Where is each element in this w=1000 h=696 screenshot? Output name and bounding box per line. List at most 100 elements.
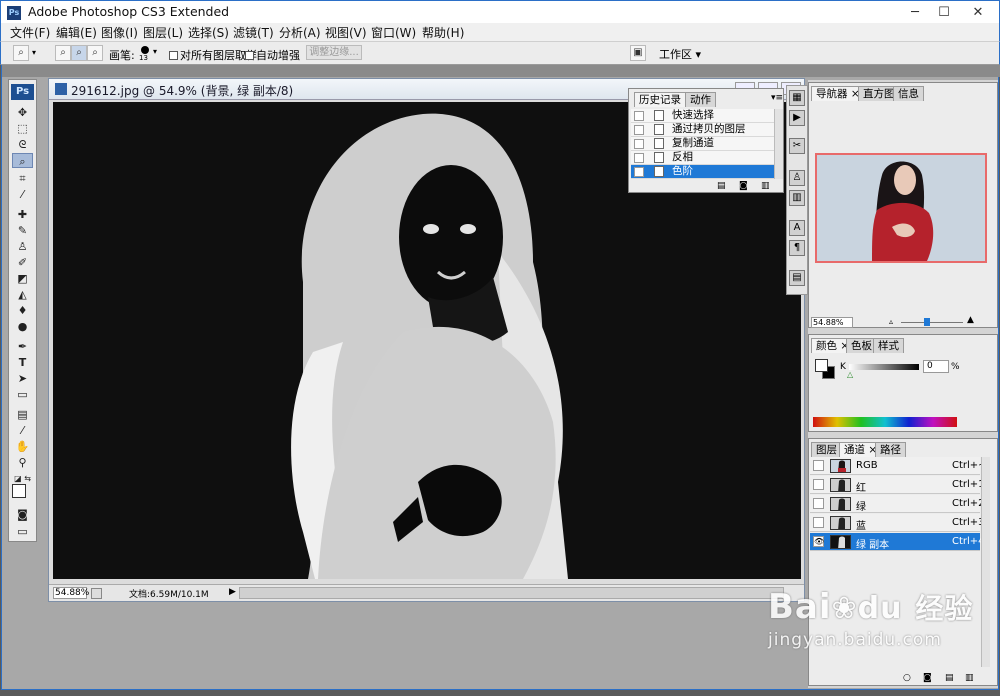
status-arrow-icon[interactable]: ▶: [229, 587, 236, 597]
measurement-log-icon[interactable]: ▤: [789, 270, 805, 286]
history-item[interactable]: 反相: [631, 151, 774, 165]
eraser-tool-icon[interactable]: ◩: [12, 271, 33, 286]
k-value-field[interactable]: 0: [923, 360, 949, 373]
layer-comps-icon[interactable]: ✂: [789, 138, 805, 154]
move-tool-icon[interactable]: ✥: [12, 105, 33, 120]
channel-row-red[interactable]: 红 Ctrl+1: [810, 476, 985, 494]
visibility-toggle[interactable]: [813, 498, 824, 509]
navigator-zoom-field[interactable]: 54.88%: [811, 317, 853, 328]
channels-scrollbar[interactable]: [981, 457, 990, 667]
menu-help[interactable]: 帮助(H): [422, 24, 464, 41]
preset-dropdown-icon[interactable]: ▾: [32, 48, 36, 57]
tab-info[interactable]: 信息: [893, 86, 924, 101]
history-scrollbar[interactable]: [774, 109, 783, 179]
quick-mask-icon[interactable]: ◙: [12, 507, 33, 522]
foreground-color-swatch[interactable]: [12, 484, 26, 498]
menu-layer[interactable]: 图层(L): [143, 24, 183, 41]
menu-analysis[interactable]: 分析(A): [279, 24, 321, 41]
dodge-tool-icon[interactable]: ●: [12, 319, 33, 334]
hand-tool-icon[interactable]: ✋: [12, 439, 33, 454]
brush-tool-icon[interactable]: ✎: [12, 223, 33, 238]
brushes-panel-icon[interactable]: ▦: [789, 90, 805, 106]
save-selection-icon[interactable]: ◙: [923, 673, 932, 683]
tab-actions[interactable]: 动作: [685, 92, 716, 107]
panel-menu-icon[interactable]: ▾≡: [771, 93, 783, 103]
tab-paths[interactable]: 路径: [875, 442, 906, 457]
status-menu-icon[interactable]: [91, 588, 102, 599]
history-item[interactable]: 快速选择: [631, 109, 774, 123]
zoom-out-icon[interactable]: ▵: [889, 317, 893, 326]
brush-dropdown-icon[interactable]: ▾: [153, 47, 157, 56]
tool-preset-icon[interactable]: ⌕: [13, 45, 29, 61]
channel-row-green-copy[interactable]: 👁 绿 副本 Ctrl+4: [810, 533, 985, 551]
path-selection-icon[interactable]: ➤: [12, 371, 33, 386]
zoom-field[interactable]: 54.88%: [53, 587, 89, 599]
menu-window[interactable]: 窗口(W): [371, 24, 416, 41]
tab-styles[interactable]: 样式: [873, 338, 904, 353]
channel-row-green[interactable]: 绿 Ctrl+2: [810, 495, 985, 513]
eye-icon[interactable]: 👁: [813, 536, 824, 547]
menu-select[interactable]: 选择(S): [188, 24, 229, 41]
menu-filter[interactable]: 滤镜(T): [233, 24, 274, 41]
menu-view[interactable]: 视图(V): [325, 24, 367, 41]
navigator-thumbnail[interactable]: [815, 153, 987, 263]
blur-tool-icon[interactable]: ♦: [12, 303, 33, 318]
menu-image[interactable]: 图像(I): [101, 24, 138, 41]
notes-tool-icon[interactable]: ▤: [12, 407, 33, 422]
clone-stamp-icon[interactable]: ♙: [12, 239, 33, 254]
add-selection-icon[interactable]: ⌕: [71, 45, 87, 61]
bridge-icon[interactable]: ▣: [630, 45, 646, 61]
visibility-toggle[interactable]: [813, 479, 824, 490]
zoom-in-icon[interactable]: ▲: [967, 315, 974, 325]
screen-mode-icon[interactable]: ▭: [12, 524, 33, 539]
channel-row-blue[interactable]: 蓝 Ctrl+3: [810, 514, 985, 532]
shape-tool-icon[interactable]: ▭: [12, 387, 33, 402]
tab-navigator[interactable]: 导航器 ×: [811, 86, 865, 101]
eyedropper-icon[interactable]: ⁄: [12, 423, 33, 438]
new-selection-icon[interactable]: ⌕: [55, 45, 71, 61]
tool-presets-icon[interactable]: ▶: [789, 110, 805, 126]
color-fg-swatch[interactable]: [815, 359, 828, 372]
trash-icon[interactable]: ▥: [761, 181, 770, 191]
zoom-tool-icon[interactable]: ⚲: [12, 455, 33, 470]
brush-preview-icon[interactable]: [141, 46, 149, 54]
crop-tool-icon[interactable]: ⌗: [12, 171, 33, 186]
horizontal-scrollbar[interactable]: [239, 587, 784, 599]
history-item[interactable]: 复制通道: [631, 137, 774, 151]
character-panel-icon[interactable]: A: [789, 220, 805, 236]
subtract-selection-icon[interactable]: ⌕: [87, 45, 103, 61]
paragraph-panel-icon[interactable]: ¶: [789, 240, 805, 256]
menu-edit[interactable]: 编辑(E): [56, 24, 97, 41]
zoom-slider-handle[interactable]: [924, 318, 930, 326]
refine-edge-button[interactable]: 调整边缘...: [306, 45, 362, 60]
workspace-menu[interactable]: 工作区 ▾: [659, 46, 701, 62]
marquee-tool-icon[interactable]: ⬚: [12, 121, 33, 136]
quick-selection-tool-icon[interactable]: ⌕: [12, 153, 33, 168]
k-slider-handle[interactable]: △: [847, 370, 853, 379]
history-item[interactable]: 通过拷贝的图层: [631, 123, 774, 137]
snapshot-icon[interactable]: ◙: [739, 181, 748, 191]
auto-enhance-checkbox[interactable]: 自动增强: [245, 47, 300, 63]
channel-row-rgb[interactable]: RGB Ctrl+~: [810, 457, 987, 475]
sample-all-layers-checkbox[interactable]: 对所有图层取样: [169, 47, 257, 63]
menu-file[interactable]: 文件(F): [10, 24, 50, 41]
maximize-button[interactable]: ☐: [927, 1, 961, 24]
slice-tool-icon[interactable]: ⁄: [12, 187, 33, 202]
type-tool-icon[interactable]: T: [12, 355, 33, 370]
history-brush-icon[interactable]: ✐: [12, 255, 33, 270]
tab-layers[interactable]: 图层: [811, 442, 842, 457]
lasso-tool-icon[interactable]: ᘓ: [12, 137, 33, 152]
animation-icon[interactable]: ▥: [789, 190, 805, 206]
load-selection-icon[interactable]: ○: [903, 673, 911, 683]
history-item-selected[interactable]: 色阶: [631, 165, 774, 179]
healing-brush-icon[interactable]: ✚: [12, 207, 33, 222]
clone-source-icon[interactable]: ♙: [789, 170, 805, 186]
pen-tool-icon[interactable]: ✒: [12, 339, 33, 354]
k-slider-track[interactable]: [849, 364, 919, 370]
new-document-icon[interactable]: ▤: [717, 181, 726, 191]
delete-channel-icon[interactable]: ▥: [965, 673, 974, 683]
paint-bucket-icon[interactable]: ◭: [12, 287, 33, 302]
visibility-toggle[interactable]: [813, 517, 824, 528]
new-channel-icon[interactable]: ▤: [945, 673, 954, 683]
close-button[interactable]: ✕: [961, 1, 995, 24]
